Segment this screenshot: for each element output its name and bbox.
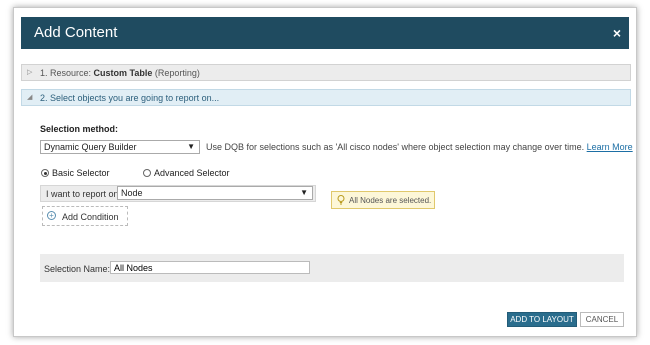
info-message-text: All Nodes are selected. — [349, 196, 432, 205]
add-to-layout-button[interactable]: ADD TO LAYOUT — [507, 312, 577, 327]
section-resource[interactable]: ▷ 1. Resource: Custom Table (Reporting) — [21, 64, 631, 81]
dqb-hint: Use DQB for selections such as 'All cisc… — [206, 142, 633, 152]
dqb-hint-text: Use DQB for selections such as 'All cisc… — [206, 142, 585, 152]
selection-method-select[interactable]: Dynamic Query Builder ▼ — [40, 140, 200, 154]
advanced-selector-radio[interactable]: Advanced Selector — [143, 168, 230, 178]
selection-method-label: Selection method: — [40, 124, 119, 134]
collapse-arrow-icon[interactable]: ◢ — [27, 93, 32, 101]
dialog-title: Add Content — [34, 24, 118, 41]
section-resource-prefix: 1. Resource: — [40, 68, 92, 78]
expand-arrow-icon[interactable]: ▷ — [27, 68, 32, 76]
section-resource-label: 1. Resource: Custom Table (Reporting) — [40, 68, 200, 78]
lightbulb-icon — [337, 195, 345, 205]
report-on-label: I want to report on — [46, 189, 119, 199]
basic-selector-label: Basic Selector — [52, 168, 110, 178]
plus-circle-icon: + — [47, 211, 56, 220]
add-condition-label: Add Condition — [62, 212, 119, 222]
info-message: All Nodes are selected. — [331, 191, 435, 209]
basic-selector-radio[interactable]: Basic Selector — [41, 168, 110, 178]
report-on-select[interactable]: Node ▼ — [117, 186, 313, 200]
chevron-down-icon: ▼ — [187, 142, 195, 151]
selection-name-panel: Selection Name: — [40, 254, 624, 282]
learn-more-link[interactable]: Learn More — [587, 142, 633, 152]
close-icon[interactable]: × — [613, 25, 621, 41]
section-resource-name: Custom Table — [93, 68, 153, 78]
chevron-down-icon: ▼ — [300, 188, 308, 197]
dialog-titlebar: Add Content × — [21, 17, 629, 49]
add-content-dialog: Add Content × ▷ 1. Resource: Custom Tabl… — [13, 7, 637, 337]
advanced-selector-label: Advanced Selector — [154, 168, 230, 178]
section-resource-suffix: (Reporting) — [154, 68, 200, 78]
radio-checked-icon[interactable] — [41, 169, 49, 177]
selection-method-value: Dynamic Query Builder — [44, 142, 137, 152]
add-condition-button[interactable]: + Add Condition — [42, 206, 128, 226]
cancel-button[interactable]: CANCEL — [580, 312, 624, 327]
report-on-value: Node — [121, 188, 143, 198]
section-select-objects[interactable]: ◢ 2. Select objects you are going to rep… — [21, 89, 631, 106]
selection-name-input[interactable] — [110, 261, 310, 274]
section-select-objects-label: 2. Select objects you are going to repor… — [40, 93, 220, 103]
radio-unchecked-icon[interactable] — [143, 169, 151, 177]
selection-name-label: Selection Name: — [44, 264, 111, 274]
